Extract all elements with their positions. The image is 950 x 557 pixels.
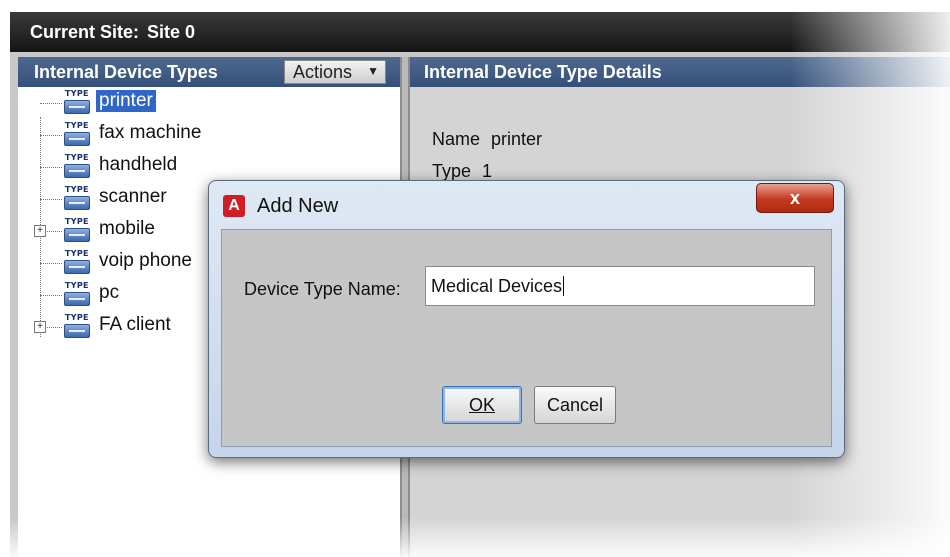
device-type-icon: TYPE xyxy=(62,217,92,245)
ok-label: OK xyxy=(468,394,495,415)
device-type-icon: TYPE xyxy=(62,249,92,277)
device-types-header: Internal Device Types Actions ▼ xyxy=(18,57,400,87)
type-tag: TYPE xyxy=(65,313,89,322)
detail-type-row: Type 1 xyxy=(432,161,492,182)
tree-connector xyxy=(40,135,62,136)
current-site-bar: Current Site: Site 0 xyxy=(10,12,950,52)
actions-label: Actions xyxy=(293,61,353,82)
detail-type-value: 1 xyxy=(482,161,493,181)
tree-item-label: scanner xyxy=(99,186,167,207)
device-glyph xyxy=(64,100,90,114)
device-glyph xyxy=(64,164,90,178)
type-tag: TYPE xyxy=(65,185,89,194)
device-glyph xyxy=(64,292,90,306)
dialog-title: Add New xyxy=(257,195,339,217)
detail-name-value: printer xyxy=(491,129,543,149)
current-site-label: Current Site: xyxy=(30,21,140,42)
tree-item[interactable]: TYPE printer xyxy=(18,87,400,119)
type-tag: TYPE xyxy=(65,249,89,258)
device-type-name-value: Medical Devices xyxy=(431,275,563,296)
device-glyph xyxy=(64,196,90,210)
tree-item-label: mobile xyxy=(99,218,155,239)
device-type-icon: TYPE xyxy=(62,185,92,213)
device-type-icon: TYPE xyxy=(62,313,92,341)
actions-dropdown[interactable]: Actions ▼ xyxy=(284,60,386,84)
tree-connector xyxy=(40,103,62,104)
ok-button[interactable]: OK xyxy=(442,386,522,424)
type-tag: TYPE xyxy=(65,89,89,98)
device-type-name-label: Device Type Name: xyxy=(244,279,401,299)
device-glyph xyxy=(64,324,90,338)
dialog-body: Device Type Name: Medical Devices OK Can… xyxy=(221,229,832,447)
expand-icon[interactable]: + xyxy=(34,225,46,237)
tree-item[interactable]: TYPE handheld xyxy=(18,151,400,183)
detail-name-label: Name xyxy=(432,129,481,149)
tree-connector xyxy=(40,295,62,296)
device-type-icon: TYPE xyxy=(62,281,92,309)
tree-item-label: pc xyxy=(99,282,120,303)
device-glyph xyxy=(64,228,90,242)
detail-type-label: Type xyxy=(432,161,472,181)
tree-connector xyxy=(40,263,62,264)
cancel-button[interactable]: Cancel xyxy=(534,386,616,424)
cancel-label: Cancel xyxy=(546,394,604,415)
type-tag: TYPE xyxy=(65,121,89,130)
device-types-title: Internal Device Types xyxy=(34,61,218,82)
device-type-icon: TYPE xyxy=(62,153,92,181)
app-logo-icon: A xyxy=(223,195,245,217)
device-type-icon: TYPE xyxy=(62,89,92,117)
tree-item[interactable]: TYPE fax machine xyxy=(18,119,400,151)
device-type-details-header: Internal Device Type Details xyxy=(410,57,950,87)
device-type-name-input[interactable]: Medical Devices xyxy=(425,266,815,306)
detail-name-row: Name printer xyxy=(432,129,542,150)
expand-icon[interactable]: + xyxy=(34,321,46,333)
close-icon: x xyxy=(789,187,800,208)
device-type-details-title: Internal Device Type Details xyxy=(424,61,662,82)
tree-connector xyxy=(40,199,62,200)
device-glyph xyxy=(64,132,90,146)
tree-item-label: fax machine xyxy=(99,122,202,143)
tree-connector xyxy=(40,167,62,168)
close-button[interactable]: x xyxy=(756,183,834,213)
text-cursor xyxy=(563,276,565,296)
chevron-down-icon: ▼ xyxy=(367,64,379,78)
current-site-value: Site 0 xyxy=(147,21,196,42)
tree-item-label: printer xyxy=(96,90,156,112)
type-tag: TYPE xyxy=(65,217,89,226)
type-tag: TYPE xyxy=(65,153,89,162)
device-type-icon: TYPE xyxy=(62,121,92,149)
tree-item-label: handheld xyxy=(99,154,178,175)
type-tag: TYPE xyxy=(65,281,89,290)
dialog-titlebar[interactable]: A Add New x xyxy=(209,181,844,229)
tree-item-label: voip phone xyxy=(99,250,192,271)
add-new-dialog: A Add New x Device Type Name: Medical De… xyxy=(208,180,845,458)
device-glyph xyxy=(64,260,90,274)
tree-item-label: FA client xyxy=(99,314,171,335)
